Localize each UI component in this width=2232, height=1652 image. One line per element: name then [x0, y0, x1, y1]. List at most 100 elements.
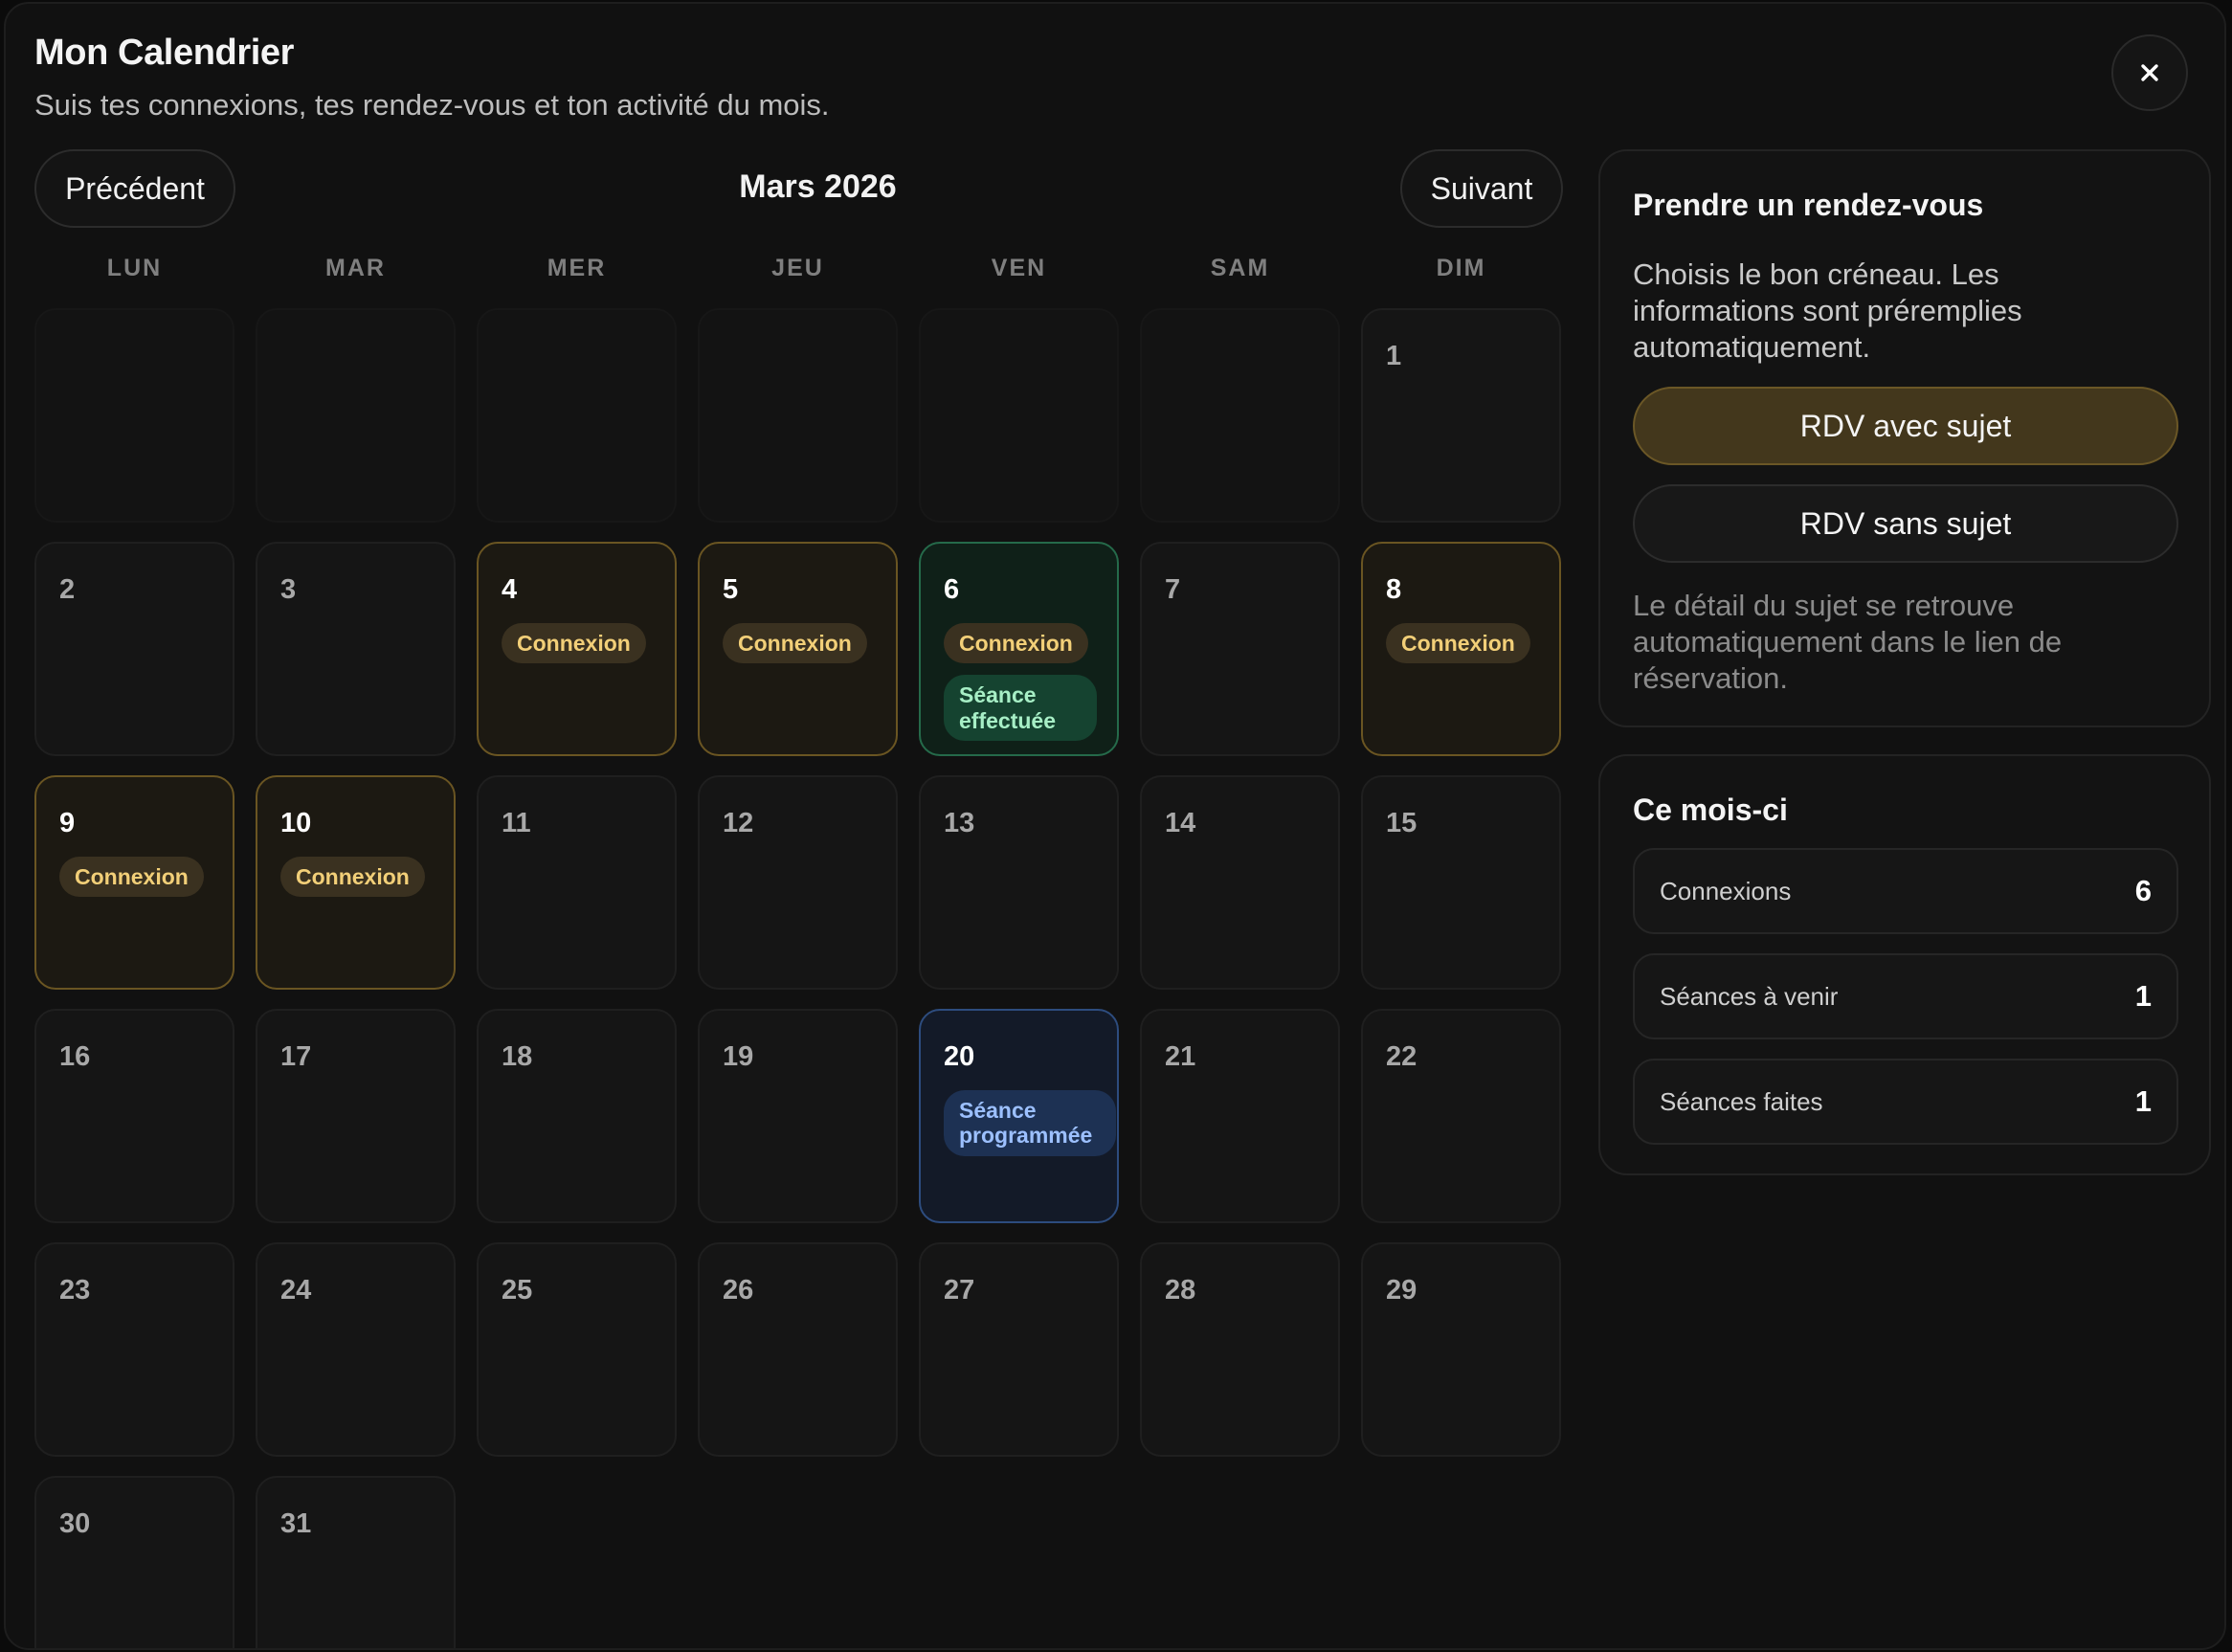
day-number: 29	[1386, 1275, 1417, 1306]
day-cell-connexion[interactable]: 8 Connexion	[1361, 542, 1561, 756]
connexion-badge: Connexion	[502, 623, 646, 664]
empty-day-cell	[919, 308, 1119, 523]
empty-day-cell	[1140, 308, 1340, 523]
stat-label: Séances à venir	[1660, 981, 1839, 1011]
day-cell[interactable]: 2	[34, 542, 234, 756]
day-cell[interactable]: 31	[256, 1476, 456, 1648]
day-number: 23	[59, 1275, 91, 1306]
stats-panel-title: Ce mois-ci	[1633, 793, 1788, 827]
day-cell[interactable]: 23	[34, 1242, 234, 1457]
day-cell[interactable]: 24	[256, 1242, 456, 1457]
day-cell[interactable]: 12	[698, 775, 898, 990]
next-month-button[interactable]: Suivant	[1400, 149, 1563, 228]
day-number: 26	[723, 1275, 754, 1306]
day-number: 21	[1165, 1041, 1196, 1072]
page-subtitle: Suis tes connexions, tes rendez-vous et …	[34, 88, 830, 122]
day-cell[interactable]: 25	[477, 1242, 677, 1457]
day-cell[interactable]: 21	[1140, 1009, 1340, 1223]
month-label: Mars 2026	[739, 168, 897, 205]
connexion-badge: Connexion	[944, 623, 1088, 664]
stat-label: Séances faites	[1660, 1086, 1823, 1116]
day-cell-seance-effectuee[interactable]: 6 Connexion Séance effectuée	[919, 542, 1119, 756]
day-cell[interactable]: 1	[1361, 308, 1561, 523]
day-cell[interactable]: 14	[1140, 775, 1340, 990]
day-cell-seance-programmee[interactable]: 20 Séance programmée	[919, 1009, 1119, 1223]
day-number: 15	[1386, 808, 1417, 838]
day-number: 14	[1165, 808, 1196, 838]
close-icon	[2141, 64, 2158, 81]
day-number: 22	[1386, 1041, 1417, 1072]
day-number: 24	[280, 1275, 312, 1306]
day-cell[interactable]: 22	[1361, 1009, 1561, 1223]
day-cell[interactable]: 3	[256, 542, 456, 756]
day-number: 10	[280, 808, 312, 838]
appointment-panel-title: Prendre un rendez-vous	[1633, 188, 1984, 222]
rdv-without-subject-button[interactable]: RDV sans sujet	[1633, 484, 2178, 563]
day-cell-connexion[interactable]: 4 Connexion	[477, 542, 677, 756]
day-cell[interactable]: 11	[477, 775, 677, 990]
weekday-label: DIM	[1436, 255, 1486, 281]
connexion-badge: Connexion	[723, 623, 867, 664]
weekday-label: SAM	[1210, 255, 1270, 281]
day-cell-connexion[interactable]: 9 Connexion	[34, 775, 234, 990]
seance-effectuee-badge: Séance effectuée	[944, 675, 1097, 742]
day-cell[interactable]: 16	[34, 1009, 234, 1223]
day-number: 20	[944, 1041, 975, 1072]
empty-day-cell	[477, 308, 677, 523]
day-number: 7	[1165, 574, 1181, 605]
empty-day-cell	[698, 308, 898, 523]
day-cell[interactable]: 27	[919, 1242, 1119, 1457]
day-cell[interactable]: 17	[256, 1009, 456, 1223]
day-cell[interactable]: 18	[477, 1009, 677, 1223]
calendar-grid: 1 2 3 4 Connexion 5 Connexion 6 Connexio…	[34, 308, 1563, 1648]
monthly-stats-panel: Ce mois-ci Connexions 6 Séances à venir …	[1598, 754, 2211, 1175]
weekday-label: MER	[547, 255, 607, 281]
day-number: 19	[723, 1041, 754, 1072]
weekday-header: LUN MAR MER JEU VEN SAM DIM	[34, 255, 1563, 282]
stat-value: 1	[2134, 979, 2152, 1013]
day-number: 3	[280, 574, 297, 605]
day-cell-connexion[interactable]: 5 Connexion	[698, 542, 898, 756]
stat-row-seances-faites: Séances faites 1	[1633, 1059, 2178, 1145]
connexion-badge: Connexion	[1386, 623, 1530, 664]
day-number: 25	[502, 1275, 533, 1306]
previous-month-button[interactable]: Précédent	[34, 149, 235, 228]
empty-day-cell	[34, 308, 234, 523]
connexion-badge: Connexion	[280, 857, 425, 898]
seance-programmee-badge: Séance programmée	[944, 1090, 1116, 1156]
day-number: 4	[502, 574, 518, 605]
page-title: Mon Calendrier	[34, 33, 294, 73]
day-cell[interactable]: 30	[34, 1476, 234, 1648]
day-number: 30	[59, 1508, 91, 1539]
day-number: 27	[944, 1275, 975, 1306]
day-number: 16	[59, 1041, 91, 1072]
day-number: 31	[280, 1508, 312, 1539]
day-number: 5	[723, 574, 739, 605]
day-number: 8	[1386, 574, 1402, 605]
day-cell[interactable]: 29	[1361, 1242, 1561, 1457]
stat-row-connexions: Connexions 6	[1633, 848, 2178, 934]
stat-row-seances-a-venir: Séances à venir 1	[1633, 953, 2178, 1039]
day-cell[interactable]: 19	[698, 1009, 898, 1223]
day-number: 12	[723, 808, 754, 838]
day-cell[interactable]: 7	[1140, 542, 1340, 756]
stat-label: Connexions	[1660, 876, 1792, 905]
stat-value: 1	[2134, 1084, 2152, 1118]
appointment-panel: Prendre un rendez-vous Choisis le bon cr…	[1598, 149, 2211, 727]
day-cell[interactable]: 13	[919, 775, 1119, 990]
weekday-label: VEN	[991, 255, 1047, 281]
rdv-with-subject-button[interactable]: RDV avec sujet	[1633, 387, 2178, 465]
day-number: 11	[502, 808, 531, 838]
day-number: 18	[502, 1041, 533, 1072]
appointment-panel-description: Choisis le bon créneau. Les informations…	[1633, 257, 2022, 364]
stat-value: 6	[2134, 874, 2152, 907]
day-cell[interactable]: 28	[1140, 1242, 1340, 1457]
day-cell-connexion[interactable]: 10 Connexion	[256, 775, 456, 990]
day-number: 9	[59, 808, 76, 838]
day-number: 28	[1165, 1275, 1196, 1306]
day-cell[interactable]: 26	[698, 1242, 898, 1457]
weekday-label: JEU	[771, 255, 824, 281]
day-number: 1	[1386, 341, 1402, 371]
day-cell[interactable]: 15	[1361, 775, 1561, 990]
close-button[interactable]	[2111, 34, 2188, 111]
